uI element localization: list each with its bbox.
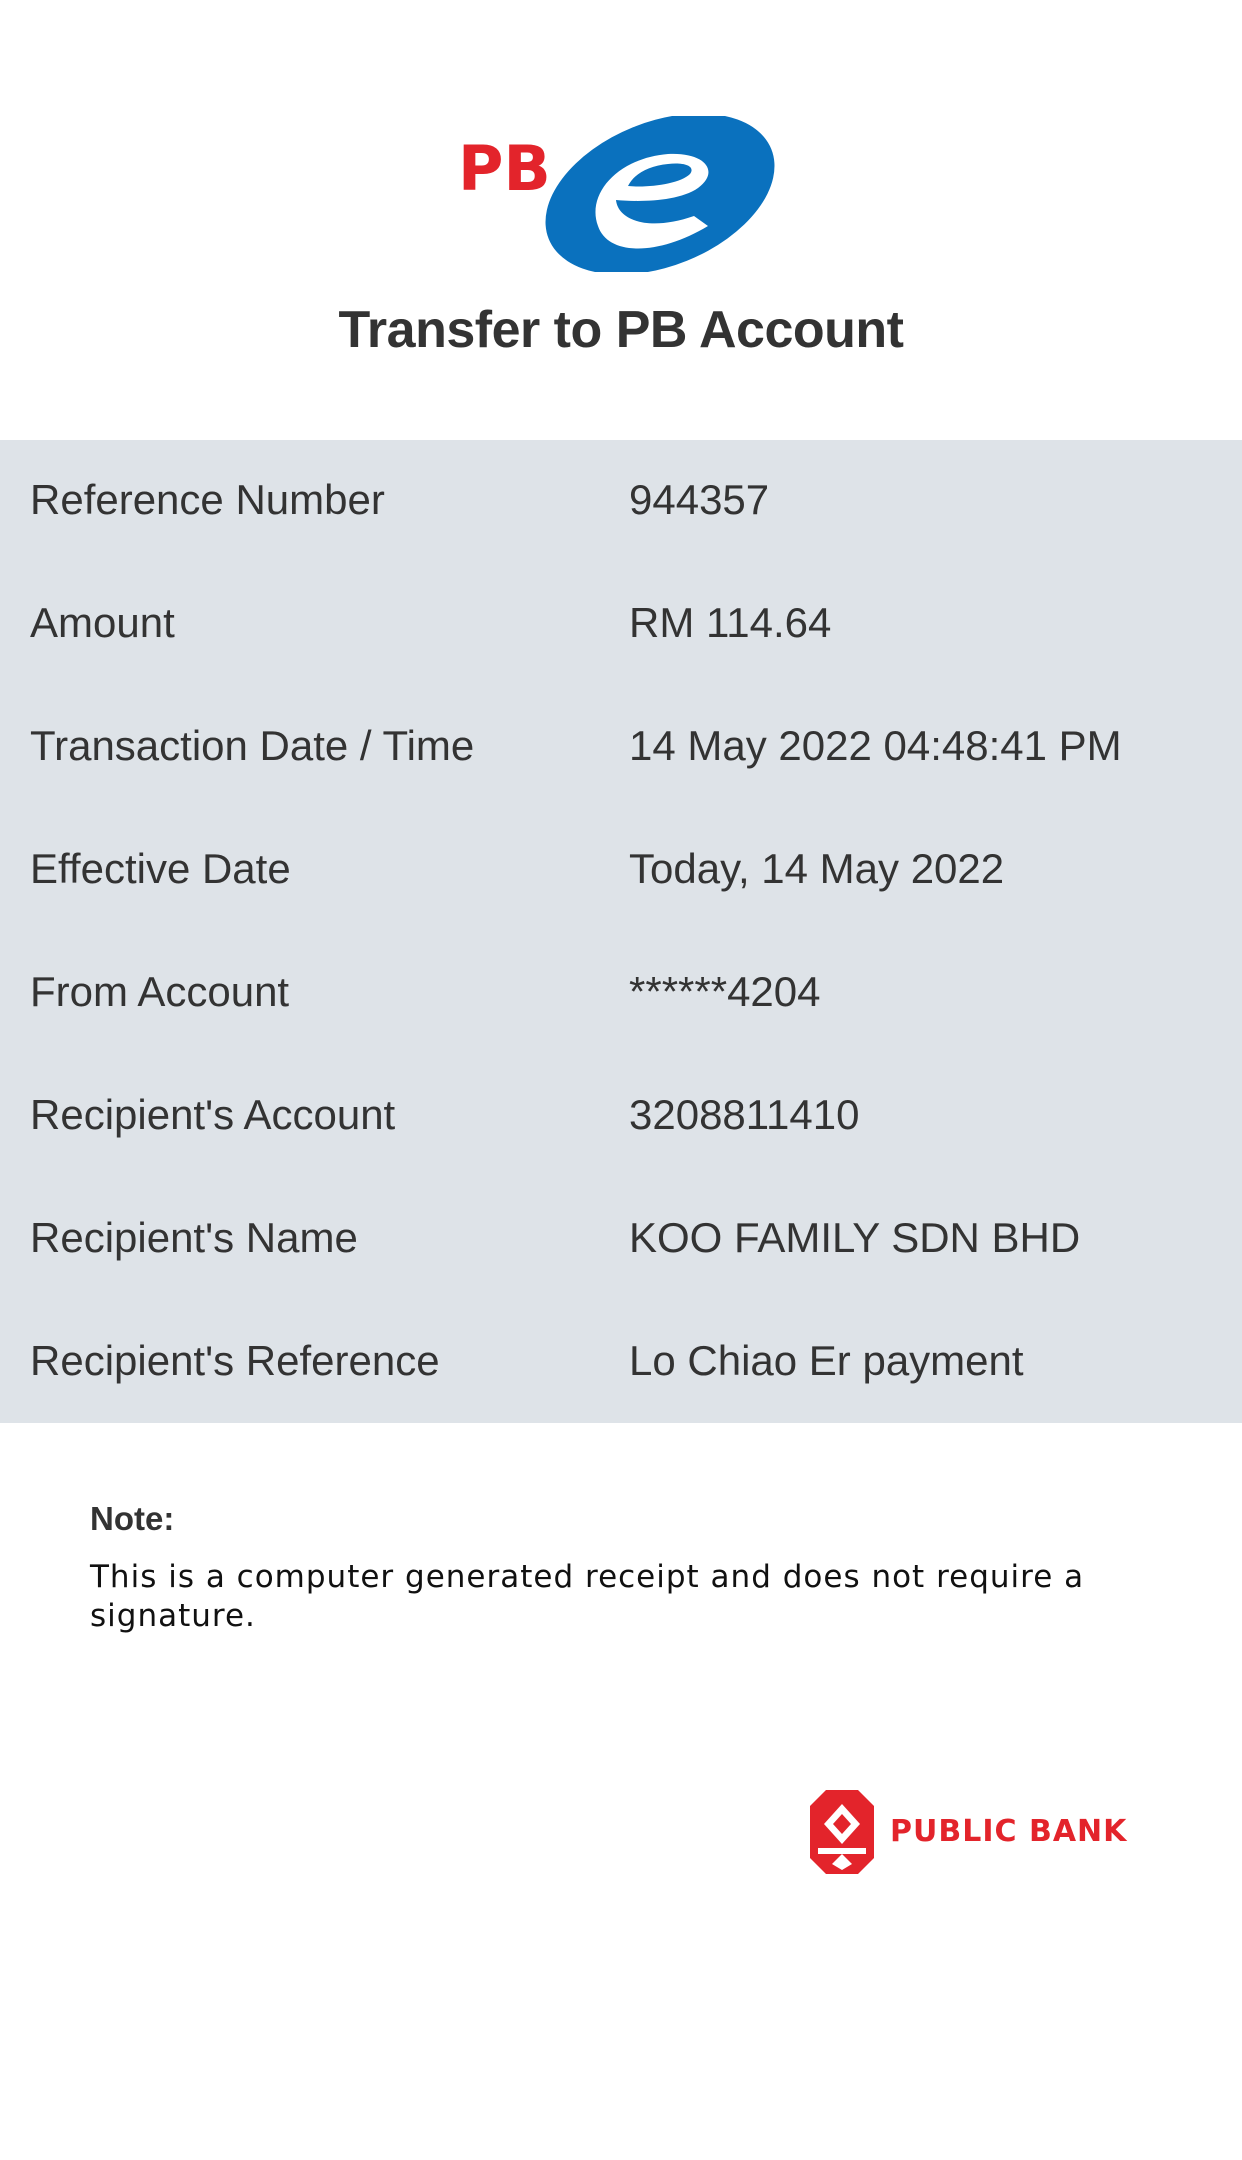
detail-row-amount: Amount RM 114.64 — [0, 563, 1242, 686]
detail-value: 3208811410 — [629, 1091, 860, 1138]
detail-row-from-account: From Account ******4204 — [0, 932, 1242, 1055]
detail-row-transaction-datetime: Transaction Date / Time 14 May 2022 04:4… — [0, 686, 1242, 809]
bank-name: PUBLIC BANK — [890, 1814, 1128, 1849]
detail-row-recipient-account: Recipient's Account 3208811410 — [0, 1055, 1242, 1178]
transaction-details: Reference Number 944357 Amount RM 114.64… — [0, 440, 1242, 1423]
detail-value: Lo Chiao Er payment — [629, 1337, 1024, 1384]
detail-label: Amount — [30, 599, 175, 646]
pbe-logo: PB — [458, 116, 775, 272]
detail-value: ******4204 — [629, 968, 821, 1015]
detail-value: 14 May 2022 04:48:41 PM — [629, 722, 1122, 769]
public-bank-emblem-icon — [810, 1790, 874, 1874]
detail-value: Today, 14 May 2022 — [629, 845, 1005, 892]
svg-text:PB: PB — [458, 132, 551, 205]
detail-label: Reference Number — [30, 476, 385, 523]
public-bank-logo: PUBLIC BANK — [810, 1790, 1155, 1874]
detail-row-recipient-name: Recipient's Name KOO FAMILY SDN BHD — [0, 1178, 1242, 1301]
receipt-note: Note: This is a computer generated recei… — [90, 1500, 1150, 1636]
detail-label: From Account — [30, 968, 290, 1015]
detail-value: KOO FAMILY SDN BHD — [629, 1214, 1081, 1261]
note-title: Note: — [90, 1500, 175, 1537]
detail-value: 944357 — [629, 476, 770, 523]
detail-label: Recipient's Reference — [30, 1337, 440, 1384]
page-title: Transfer to PB Account — [338, 301, 904, 359]
receipt-header: PB Transfer to PB Account — [0, 0, 1242, 440]
detail-label: Recipient's Name — [30, 1214, 358, 1261]
detail-label: Transaction Date / Time — [30, 722, 475, 769]
detail-row-recipient-reference: Recipient's Reference Lo Chiao Er paymen… — [0, 1301, 1242, 1424]
detail-row-reference-number: Reference Number 944357 — [0, 440, 1242, 563]
detail-label: Effective Date — [30, 845, 291, 892]
note-text: This is a computer generated receipt and… — [90, 1559, 1085, 1634]
detail-row-effective-date: Effective Date Today, 14 May 2022 — [0, 809, 1242, 932]
detail-value: RM 114.64 — [629, 599, 832, 646]
detail-label: Recipient's Account — [30, 1091, 396, 1138]
